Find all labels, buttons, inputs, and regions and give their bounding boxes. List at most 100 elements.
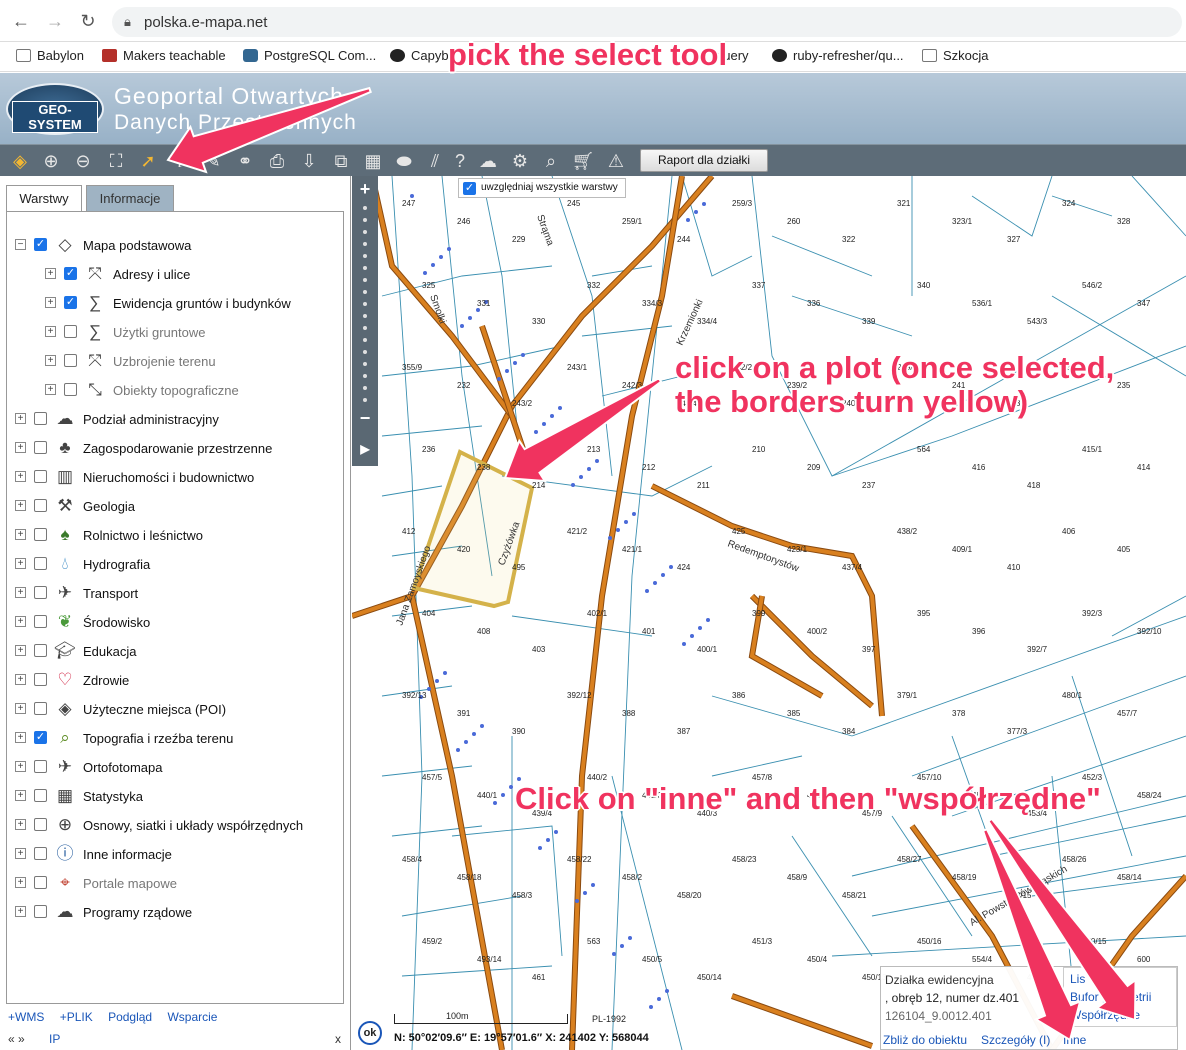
cart-icon[interactable]: 🛒︎	[570, 148, 596, 174]
layer-checkbox[interactable]	[34, 847, 47, 860]
zoom-level-dot[interactable]	[363, 398, 367, 402]
layer-checkbox[interactable]: ✓	[34, 238, 47, 251]
address-bar[interactable]: 🔒︎ polska.e-mapa.net	[112, 7, 1182, 37]
zoom-level-dot[interactable]	[363, 350, 367, 354]
zoom-level-dot[interactable]	[363, 242, 367, 246]
map-canvas[interactable]: 247 246 229 245 259/1 244 259/3 260 322 321 323/1 3…	[352, 176, 1186, 1050]
hatch-icon[interactable]: ⫽	[422, 148, 448, 174]
zoom-extent-icon[interactable]: ⛶	[103, 148, 129, 174]
ok-button[interactable]: ok	[358, 1021, 382, 1045]
back-arrow-icon[interactable]: ←	[10, 10, 32, 32]
bookmark-babylon[interactable]: Babylon	[16, 48, 84, 63]
measure-icon[interactable]: ✎	[200, 148, 226, 174]
zoom-level-dot[interactable]	[363, 314, 367, 318]
expand-icon[interactable]: +	[15, 616, 26, 627]
support-link[interactable]: Wsparcie	[167, 1010, 217, 1024]
zoom-level-dot[interactable]	[363, 230, 367, 234]
print-icon[interactable]: ⎙	[264, 148, 290, 174]
bookmark-ruby-refresher[interactable]: ruby-refresher/qu...	[772, 48, 904, 63]
expand-icon[interactable]: +	[15, 877, 26, 888]
zoom-level-dot[interactable]	[363, 218, 367, 222]
layer-checkbox[interactable]	[34, 412, 47, 425]
layer-checkbox[interactable]	[34, 615, 47, 628]
add-file-link[interactable]: +PLIK	[60, 1010, 93, 1024]
layer-checkbox[interactable]: ✓	[64, 267, 77, 280]
expand-icon[interactable]: +	[15, 848, 26, 859]
expand-icon[interactable]: +	[15, 500, 26, 511]
expand-icon[interactable]: +	[15, 529, 26, 540]
zoom-level-dot[interactable]	[363, 254, 367, 258]
preview-link[interactable]: Podgląd	[108, 1010, 152, 1024]
expand-icon[interactable]: +	[45, 326, 56, 337]
layer-checkbox[interactable]	[64, 354, 77, 367]
geo-system-logo[interactable]: GEO-SYSTEM	[6, 83, 104, 135]
zoom-level-dot[interactable]	[363, 302, 367, 306]
forward-arrow-icon[interactable]: →	[44, 10, 66, 32]
layer-checkbox[interactable]	[34, 586, 47, 599]
menu-buffer[interactable]: Bufor geometrii	[1070, 990, 1151, 1004]
layer-checkbox[interactable]	[34, 789, 47, 802]
ip-link[interactable]: IP	[49, 1032, 60, 1046]
collapse-arrows[interactable]: « »	[8, 1032, 25, 1046]
expand-icon[interactable]: +	[15, 413, 26, 424]
zoom-plus-icon[interactable]: +	[356, 180, 374, 198]
layer-checkbox[interactable]	[34, 470, 47, 483]
zoom-to-object-link[interactable]: Zbliż do obiektu	[883, 1033, 967, 1047]
expand-icon[interactable]: +	[45, 355, 56, 366]
layout-icon[interactable]: ▦	[360, 148, 386, 174]
search-globe-icon[interactable]: ⌕	[538, 148, 564, 174]
layer-checkbox[interactable]	[34, 644, 47, 657]
zoom-level-dot[interactable]	[363, 290, 367, 294]
layer-checkbox[interactable]	[34, 499, 47, 512]
layers-icon[interactable]: ◈	[7, 148, 33, 174]
expand-icon[interactable]: +	[15, 587, 26, 598]
tab-info[interactable]: Informacje	[86, 185, 174, 211]
bookmark-makers[interactable]: Makers teachable	[102, 48, 226, 63]
expand-icon[interactable]: +	[15, 790, 26, 801]
close-panel-icon[interactable]: x	[335, 1032, 341, 1046]
info-tool-icon[interactable]: i	[167, 148, 193, 174]
expand-icon[interactable]: +	[45, 384, 56, 395]
zoom-level-dot[interactable]	[363, 338, 367, 342]
expand-icon[interactable]: +	[15, 645, 26, 656]
add-wms-link[interactable]: +WMS	[8, 1010, 44, 1024]
layer-checkbox[interactable]	[34, 818, 47, 831]
layer-checkbox[interactable]	[34, 557, 47, 570]
expand-icon[interactable]: +	[15, 761, 26, 772]
zoom-out-icon[interactable]: ⊖	[70, 148, 96, 174]
other-link[interactable]: Inne	[1063, 1033, 1086, 1047]
zoom-level-dot[interactable]	[363, 326, 367, 330]
menu-coordinates[interactable]: Współrzędne	[1070, 1008, 1140, 1022]
zoom-level-dot[interactable]	[363, 266, 367, 270]
download-icon[interactable]: ⇩	[296, 148, 322, 174]
expand-icon[interactable]: +	[45, 297, 56, 308]
bookmark-capyb[interactable]: Capyb	[390, 48, 449, 63]
zoom-minus-icon[interactable]: −	[356, 409, 374, 427]
all-layers-checkbox[interactable]: ✓	[463, 182, 476, 195]
zoom-level-dot[interactable]	[363, 374, 367, 378]
tab-layers[interactable]: Warstwy	[6, 185, 82, 212]
layer-checkbox[interactable]: ✓	[34, 731, 47, 744]
layer-checkbox[interactable]	[34, 441, 47, 454]
settings-gears-icon[interactable]: ⚙	[507, 148, 533, 174]
expand-icon[interactable]: +	[15, 558, 26, 569]
expand-icon[interactable]: +	[15, 674, 26, 685]
warning-icon[interactable]: ⚠	[603, 148, 629, 174]
details-link[interactable]: Szczegóły (I)	[981, 1033, 1050, 1047]
layer-checkbox[interactable]	[34, 905, 47, 918]
layer-checkbox[interactable]	[34, 760, 47, 773]
layer-checkbox[interactable]	[34, 673, 47, 686]
expand-icon[interactable]: +	[15, 906, 26, 917]
report-button[interactable]: Raport dla działki	[640, 149, 768, 172]
expand-icon[interactable]: +	[15, 703, 26, 714]
bookmark-szkocja[interactable]: Szkocja	[922, 48, 989, 63]
layer-checkbox[interactable]	[64, 325, 77, 338]
expand-icon[interactable]: +	[15, 442, 26, 453]
compare-icon[interactable]: ⧉	[328, 148, 354, 174]
zoom-in-icon[interactable]: ⊕	[38, 148, 64, 174]
layer-checkbox[interactable]	[64, 383, 77, 396]
zoom-level-dot[interactable]	[363, 278, 367, 282]
reload-icon[interactable]: ↻	[77, 10, 99, 32]
layer-checkbox[interactable]	[34, 876, 47, 889]
zoom-level-dot[interactable]	[363, 362, 367, 366]
